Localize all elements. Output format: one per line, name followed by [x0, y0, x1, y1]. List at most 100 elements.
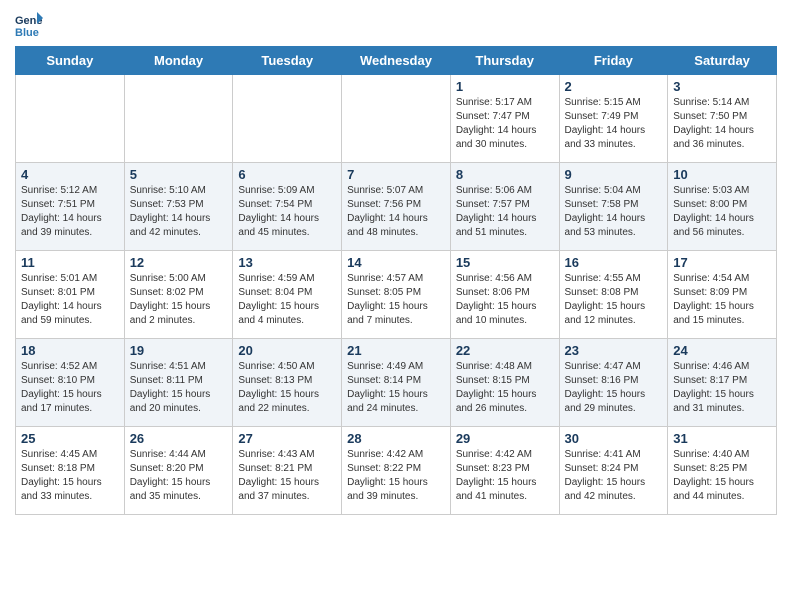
day-number: 5 — [130, 167, 228, 182]
day-info: Sunrise: 5:15 AM Sunset: 7:49 PM Dayligh… — [565, 96, 663, 152]
weekday-header-row: SundayMondayTuesdayWednesdayThursdayFrid… — [16, 47, 777, 75]
day-number: 22 — [456, 343, 554, 358]
day-number: 12 — [130, 255, 228, 270]
day-number: 18 — [21, 343, 119, 358]
day-info: Sunrise: 4:45 AM Sunset: 8:18 PM Dayligh… — [21, 448, 119, 504]
day-info: Sunrise: 4:40 AM Sunset: 8:25 PM Dayligh… — [673, 448, 771, 504]
calendar-cell: 31 Sunrise: 4:40 AM Sunset: 8:25 PM Dayli… — [668, 427, 777, 515]
calendar-week-2: 4 Sunrise: 5:12 AM Sunset: 7:51 PM Daylig… — [16, 163, 777, 251]
calendar-cell: 8 Sunrise: 5:06 AM Sunset: 7:57 PM Daylig… — [450, 163, 559, 251]
day-info: Sunrise: 5:06 AM Sunset: 7:57 PM Dayligh… — [456, 184, 554, 240]
calendar-cell: 12 Sunrise: 5:00 AM Sunset: 8:02 PM Dayli… — [124, 251, 233, 339]
day-number: 25 — [21, 431, 119, 446]
calendar-cell — [342, 75, 451, 163]
day-number: 7 — [347, 167, 445, 182]
day-info: Sunrise: 4:48 AM Sunset: 8:15 PM Dayligh… — [456, 360, 554, 416]
weekday-header-wednesday: Wednesday — [342, 47, 451, 75]
calendar-cell: 19 Sunrise: 4:51 AM Sunset: 8:11 PM Dayli… — [124, 339, 233, 427]
day-info: Sunrise: 4:42 AM Sunset: 8:23 PM Dayligh… — [456, 448, 554, 504]
calendar-cell: 23 Sunrise: 4:47 AM Sunset: 8:16 PM Dayli… — [559, 339, 668, 427]
calendar-cell: 13 Sunrise: 4:59 AM Sunset: 8:04 PM Dayli… — [233, 251, 342, 339]
day-info: Sunrise: 4:44 AM Sunset: 8:20 PM Dayligh… — [130, 448, 228, 504]
day-info: Sunrise: 4:49 AM Sunset: 8:14 PM Dayligh… — [347, 360, 445, 416]
calendar-cell: 4 Sunrise: 5:12 AM Sunset: 7:51 PM Daylig… — [16, 163, 125, 251]
calendar-cell: 6 Sunrise: 5:09 AM Sunset: 7:54 PM Daylig… — [233, 163, 342, 251]
day-info: Sunrise: 5:07 AM Sunset: 7:56 PM Dayligh… — [347, 184, 445, 240]
calendar-cell: 26 Sunrise: 4:44 AM Sunset: 8:20 PM Dayli… — [124, 427, 233, 515]
day-number: 31 — [673, 431, 771, 446]
calendar-cell: 20Sunrise: 4:50 AM Sunset: 8:13 PM Dayli… — [233, 339, 342, 427]
day-number: 26 — [130, 431, 228, 446]
calendar-week-1: 1Sunrise: 5:17 AM Sunset: 7:47 PM Daylig… — [16, 75, 777, 163]
day-number: 8 — [456, 167, 554, 182]
calendar-cell: 1Sunrise: 5:17 AM Sunset: 7:47 PM Daylig… — [450, 75, 559, 163]
svg-text:Blue: Blue — [15, 27, 39, 38]
calendar-week-5: 25 Sunrise: 4:45 AM Sunset: 8:18 PM Dayli… — [16, 427, 777, 515]
day-info: Sunrise: 4:55 AM Sunset: 8:08 PM Dayligh… — [565, 272, 663, 328]
calendar-cell — [16, 75, 125, 163]
day-info: Sunrise: 5:01 AM Sunset: 8:01 PM Dayligh… — [21, 272, 119, 328]
day-number: 30 — [565, 431, 663, 446]
calendar-cell: 2 Sunrise: 5:15 AM Sunset: 7:49 PM Daylig… — [559, 75, 668, 163]
day-number: 6 — [238, 167, 336, 182]
calendar-cell: 5Sunrise: 5:10 AM Sunset: 7:53 PM Daylig… — [124, 163, 233, 251]
calendar-cell — [233, 75, 342, 163]
calendar-week-3: 11 Sunrise: 5:01 AM Sunset: 8:01 PM Dayli… — [16, 251, 777, 339]
day-info: Sunrise: 4:41 AM Sunset: 8:24 PM Dayligh… — [565, 448, 663, 504]
weekday-header-sunday: Sunday — [16, 47, 125, 75]
day-info: Sunrise: 4:59 AM Sunset: 8:04 PM Dayligh… — [238, 272, 336, 328]
day-number: 16 — [565, 255, 663, 270]
day-number: 23 — [565, 343, 663, 358]
calendar-cell: 15 Sunrise: 4:56 AM Sunset: 8:06 PM Dayli… — [450, 251, 559, 339]
day-info: Sunrise: 5:04 AM Sunset: 7:58 PM Dayligh… — [565, 184, 663, 240]
day-number: 2 — [565, 79, 663, 94]
day-info: Sunrise: 5:00 AM Sunset: 8:02 PM Dayligh… — [130, 272, 228, 328]
calendar-week-4: 18 Sunrise: 4:52 AM Sunset: 8:10 PM Dayli… — [16, 339, 777, 427]
day-info: Sunrise: 4:52 AM Sunset: 8:10 PM Dayligh… — [21, 360, 119, 416]
day-number: 11 — [21, 255, 119, 270]
day-number: 13 — [238, 255, 336, 270]
day-number: 21 — [347, 343, 445, 358]
calendar-table: SundayMondayTuesdayWednesdayThursdayFrid… — [15, 46, 777, 515]
calendar-cell: 3Sunrise: 5:14 AM Sunset: 7:50 PM Daylig… — [668, 75, 777, 163]
day-info: Sunrise: 4:46 AM Sunset: 8:17 PM Dayligh… — [673, 360, 771, 416]
day-info: Sunrise: 4:56 AM Sunset: 8:06 PM Dayligh… — [456, 272, 554, 328]
day-number: 10 — [673, 167, 771, 182]
calendar-cell: 10Sunrise: 5:03 AM Sunset: 8:00 PM Dayli… — [668, 163, 777, 251]
calendar-cell: 21 Sunrise: 4:49 AM Sunset: 8:14 PM Dayli… — [342, 339, 451, 427]
day-info: Sunrise: 5:14 AM Sunset: 7:50 PM Dayligh… — [673, 96, 771, 152]
day-number: 9 — [565, 167, 663, 182]
calendar-cell: 11 Sunrise: 5:01 AM Sunset: 8:01 PM Dayli… — [16, 251, 125, 339]
day-number: 28 — [347, 431, 445, 446]
weekday-header-saturday: Saturday — [668, 47, 777, 75]
day-number: 19 — [130, 343, 228, 358]
day-info: Sunrise: 4:54 AM Sunset: 8:09 PM Dayligh… — [673, 272, 771, 328]
calendar-cell: 25 Sunrise: 4:45 AM Sunset: 8:18 PM Dayli… — [16, 427, 125, 515]
day-number: 4 — [21, 167, 119, 182]
calendar-cell: 16 Sunrise: 4:55 AM Sunset: 8:08 PM Dayli… — [559, 251, 668, 339]
day-info: Sunrise: 4:51 AM Sunset: 8:11 PM Dayligh… — [130, 360, 228, 416]
day-info: Sunrise: 4:47 AM Sunset: 8:16 PM Dayligh… — [565, 360, 663, 416]
calendar-cell: 14Sunrise: 4:57 AM Sunset: 8:05 PM Dayli… — [342, 251, 451, 339]
weekday-header-thursday: Thursday — [450, 47, 559, 75]
day-info: Sunrise: 4:42 AM Sunset: 8:22 PM Dayligh… — [347, 448, 445, 504]
calendar-cell: 28 Sunrise: 4:42 AM Sunset: 8:22 PM Dayli… — [342, 427, 451, 515]
day-number: 17 — [673, 255, 771, 270]
calendar-body: 1Sunrise: 5:17 AM Sunset: 7:47 PM Daylig… — [16, 75, 777, 515]
weekday-header-friday: Friday — [559, 47, 668, 75]
day-number: 29 — [456, 431, 554, 446]
day-number: 24 — [673, 343, 771, 358]
calendar-cell: 18 Sunrise: 4:52 AM Sunset: 8:10 PM Dayli… — [16, 339, 125, 427]
day-info: Sunrise: 4:50 AM Sunset: 8:13 PM Dayligh… — [238, 360, 336, 416]
calendar-cell: 30 Sunrise: 4:41 AM Sunset: 8:24 PM Dayli… — [559, 427, 668, 515]
calendar-cell: 7 Sunrise: 5:07 AM Sunset: 7:56 PM Daylig… — [342, 163, 451, 251]
day-number: 15 — [456, 255, 554, 270]
logo-icon: General Blue — [15, 10, 43, 38]
logo: General Blue — [15, 10, 45, 38]
day-info: Sunrise: 4:57 AM Sunset: 8:05 PM Dayligh… — [347, 272, 445, 328]
calendar-cell: 24 Sunrise: 4:46 AM Sunset: 8:17 PM Dayli… — [668, 339, 777, 427]
day-info: Sunrise: 5:12 AM Sunset: 7:51 PM Dayligh… — [21, 184, 119, 240]
day-info: Sunrise: 5:09 AM Sunset: 7:54 PM Dayligh… — [238, 184, 336, 240]
weekday-header-tuesday: Tuesday — [233, 47, 342, 75]
calendar-cell — [124, 75, 233, 163]
